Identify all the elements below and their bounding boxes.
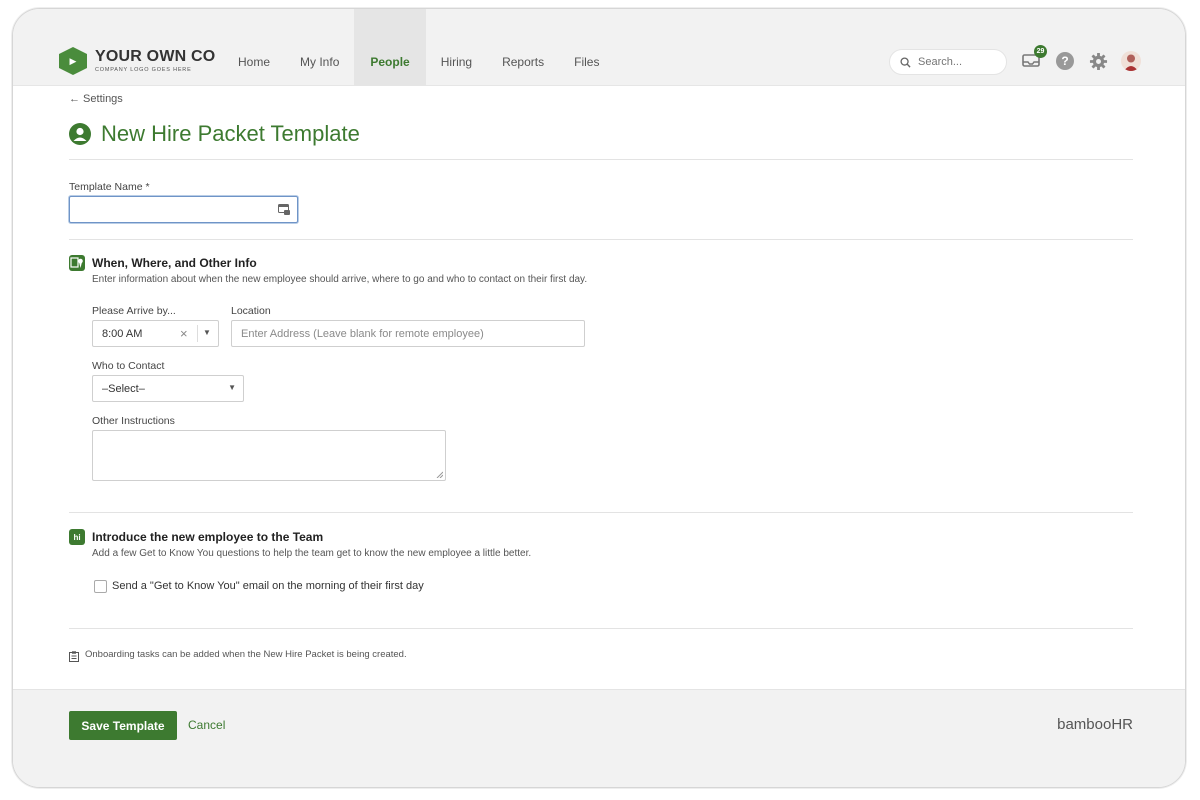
calendar-pin-icon [69, 255, 85, 271]
onboarding-note: Onboarding tasks can be added when the N… [85, 649, 407, 660]
get-to-know-you-label[interactable]: Send a "Get to Know You" email on the mo… [112, 580, 424, 592]
when-where-section-description: Enter information about when the new emp… [92, 274, 588, 285]
location-placeholder: Enter Address (Leave blank for remote em… [241, 327, 484, 340]
nav-my-info[interactable]: My Info [285, 9, 354, 86]
nav-people[interactable]: People [354, 9, 426, 86]
logo-text: YOUR OWN CO [95, 48, 216, 65]
dropdown-divider [197, 325, 198, 342]
arrive-time-value: 8:00 AM [102, 327, 143, 340]
divider [69, 239, 1133, 240]
help-button[interactable]: ? [1055, 51, 1075, 71]
search-input[interactable] [918, 56, 998, 68]
divider [69, 512, 1133, 513]
arrive-by-label: Please Arrive by... [92, 305, 176, 317]
cancel-link[interactable]: Cancel [188, 718, 225, 732]
template-name-input[interactable] [69, 196, 298, 223]
top-navigation-bar: ▶ YOUR OWN CO COMPANY LOGO GOES HERE Hom… [13, 9, 1185, 86]
page-header: New Hire Packet Template [69, 121, 360, 147]
introduce-section-description: Add a few Get to Know You questions to h… [92, 548, 532, 559]
back-to-settings-link[interactable]: ← Settings [69, 93, 123, 105]
introduce-section-title: Introduce the new employee to the Team [92, 530, 324, 544]
search-icon [900, 56, 911, 68]
other-instructions-textarea[interactable] [92, 430, 446, 481]
page-title: New Hire Packet Template [101, 121, 360, 146]
settings-button[interactable] [1088, 51, 1108, 71]
user-menu-button[interactable] [1121, 51, 1141, 71]
who-to-contact-label: Who to Contact [92, 360, 165, 372]
who-to-contact-select[interactable]: –Select– ▼ [92, 375, 244, 402]
bamboohr-logo: bambooHR [1057, 716, 1133, 733]
footer-bar: Save Template Cancel bambooHR [13, 689, 1185, 787]
save-template-button[interactable]: Save Template [69, 711, 177, 740]
nav-home[interactable]: Home [223, 9, 285, 86]
chevron-down-icon[interactable]: ▼ [203, 328, 211, 337]
autofill-card-icon[interactable] [278, 204, 291, 216]
location-input[interactable]: Enter Address (Leave blank for remote em… [231, 320, 585, 347]
help-icon: ? [1056, 52, 1074, 70]
notification-badge: 29 [1034, 45, 1047, 58]
avatar [1121, 51, 1141, 71]
app-window: ▶ YOUR OWN CO COMPANY LOGO GOES HERE Hom… [12, 8, 1186, 788]
get-to-know-you-checkbox[interactable] [94, 580, 107, 593]
who-to-contact-value: –Select– [102, 382, 145, 395]
main-nav: Home My Info People Hiring Reports Files [223, 9, 614, 86]
chevron-down-icon[interactable]: ▼ [228, 383, 236, 392]
resize-handle-icon[interactable] [436, 471, 443, 478]
clipboard-icon [69, 649, 79, 667]
divider [69, 159, 1133, 160]
hi-speech-bubble-icon: hi [69, 529, 85, 545]
search-box[interactable] [889, 49, 1007, 75]
logo-hexagon-icon: ▶ [59, 47, 87, 75]
clear-icon[interactable]: × [180, 326, 188, 341]
arrive-time-select[interactable]: 8:00 AM × ▼ [92, 320, 219, 347]
notifications-button[interactable]: 29 [1021, 45, 1047, 71]
nav-files[interactable]: Files [559, 9, 614, 86]
gear-icon [1089, 52, 1107, 70]
template-name-label: Template Name * [69, 181, 150, 193]
when-where-section-title: When, Where, and Other Info [92, 256, 257, 270]
nav-reports[interactable]: Reports [487, 9, 559, 86]
divider [69, 628, 1133, 629]
nav-hiring[interactable]: Hiring [426, 9, 487, 86]
logo-subtext: COMPANY LOGO GOES HERE [95, 67, 192, 73]
other-instructions-label: Other Instructions [92, 415, 175, 427]
location-label: Location [231, 305, 271, 317]
company-logo[interactable]: ▶ YOUR OWN CO COMPANY LOGO GOES HERE [59, 47, 215, 75]
person-circle-icon [69, 123, 91, 145]
